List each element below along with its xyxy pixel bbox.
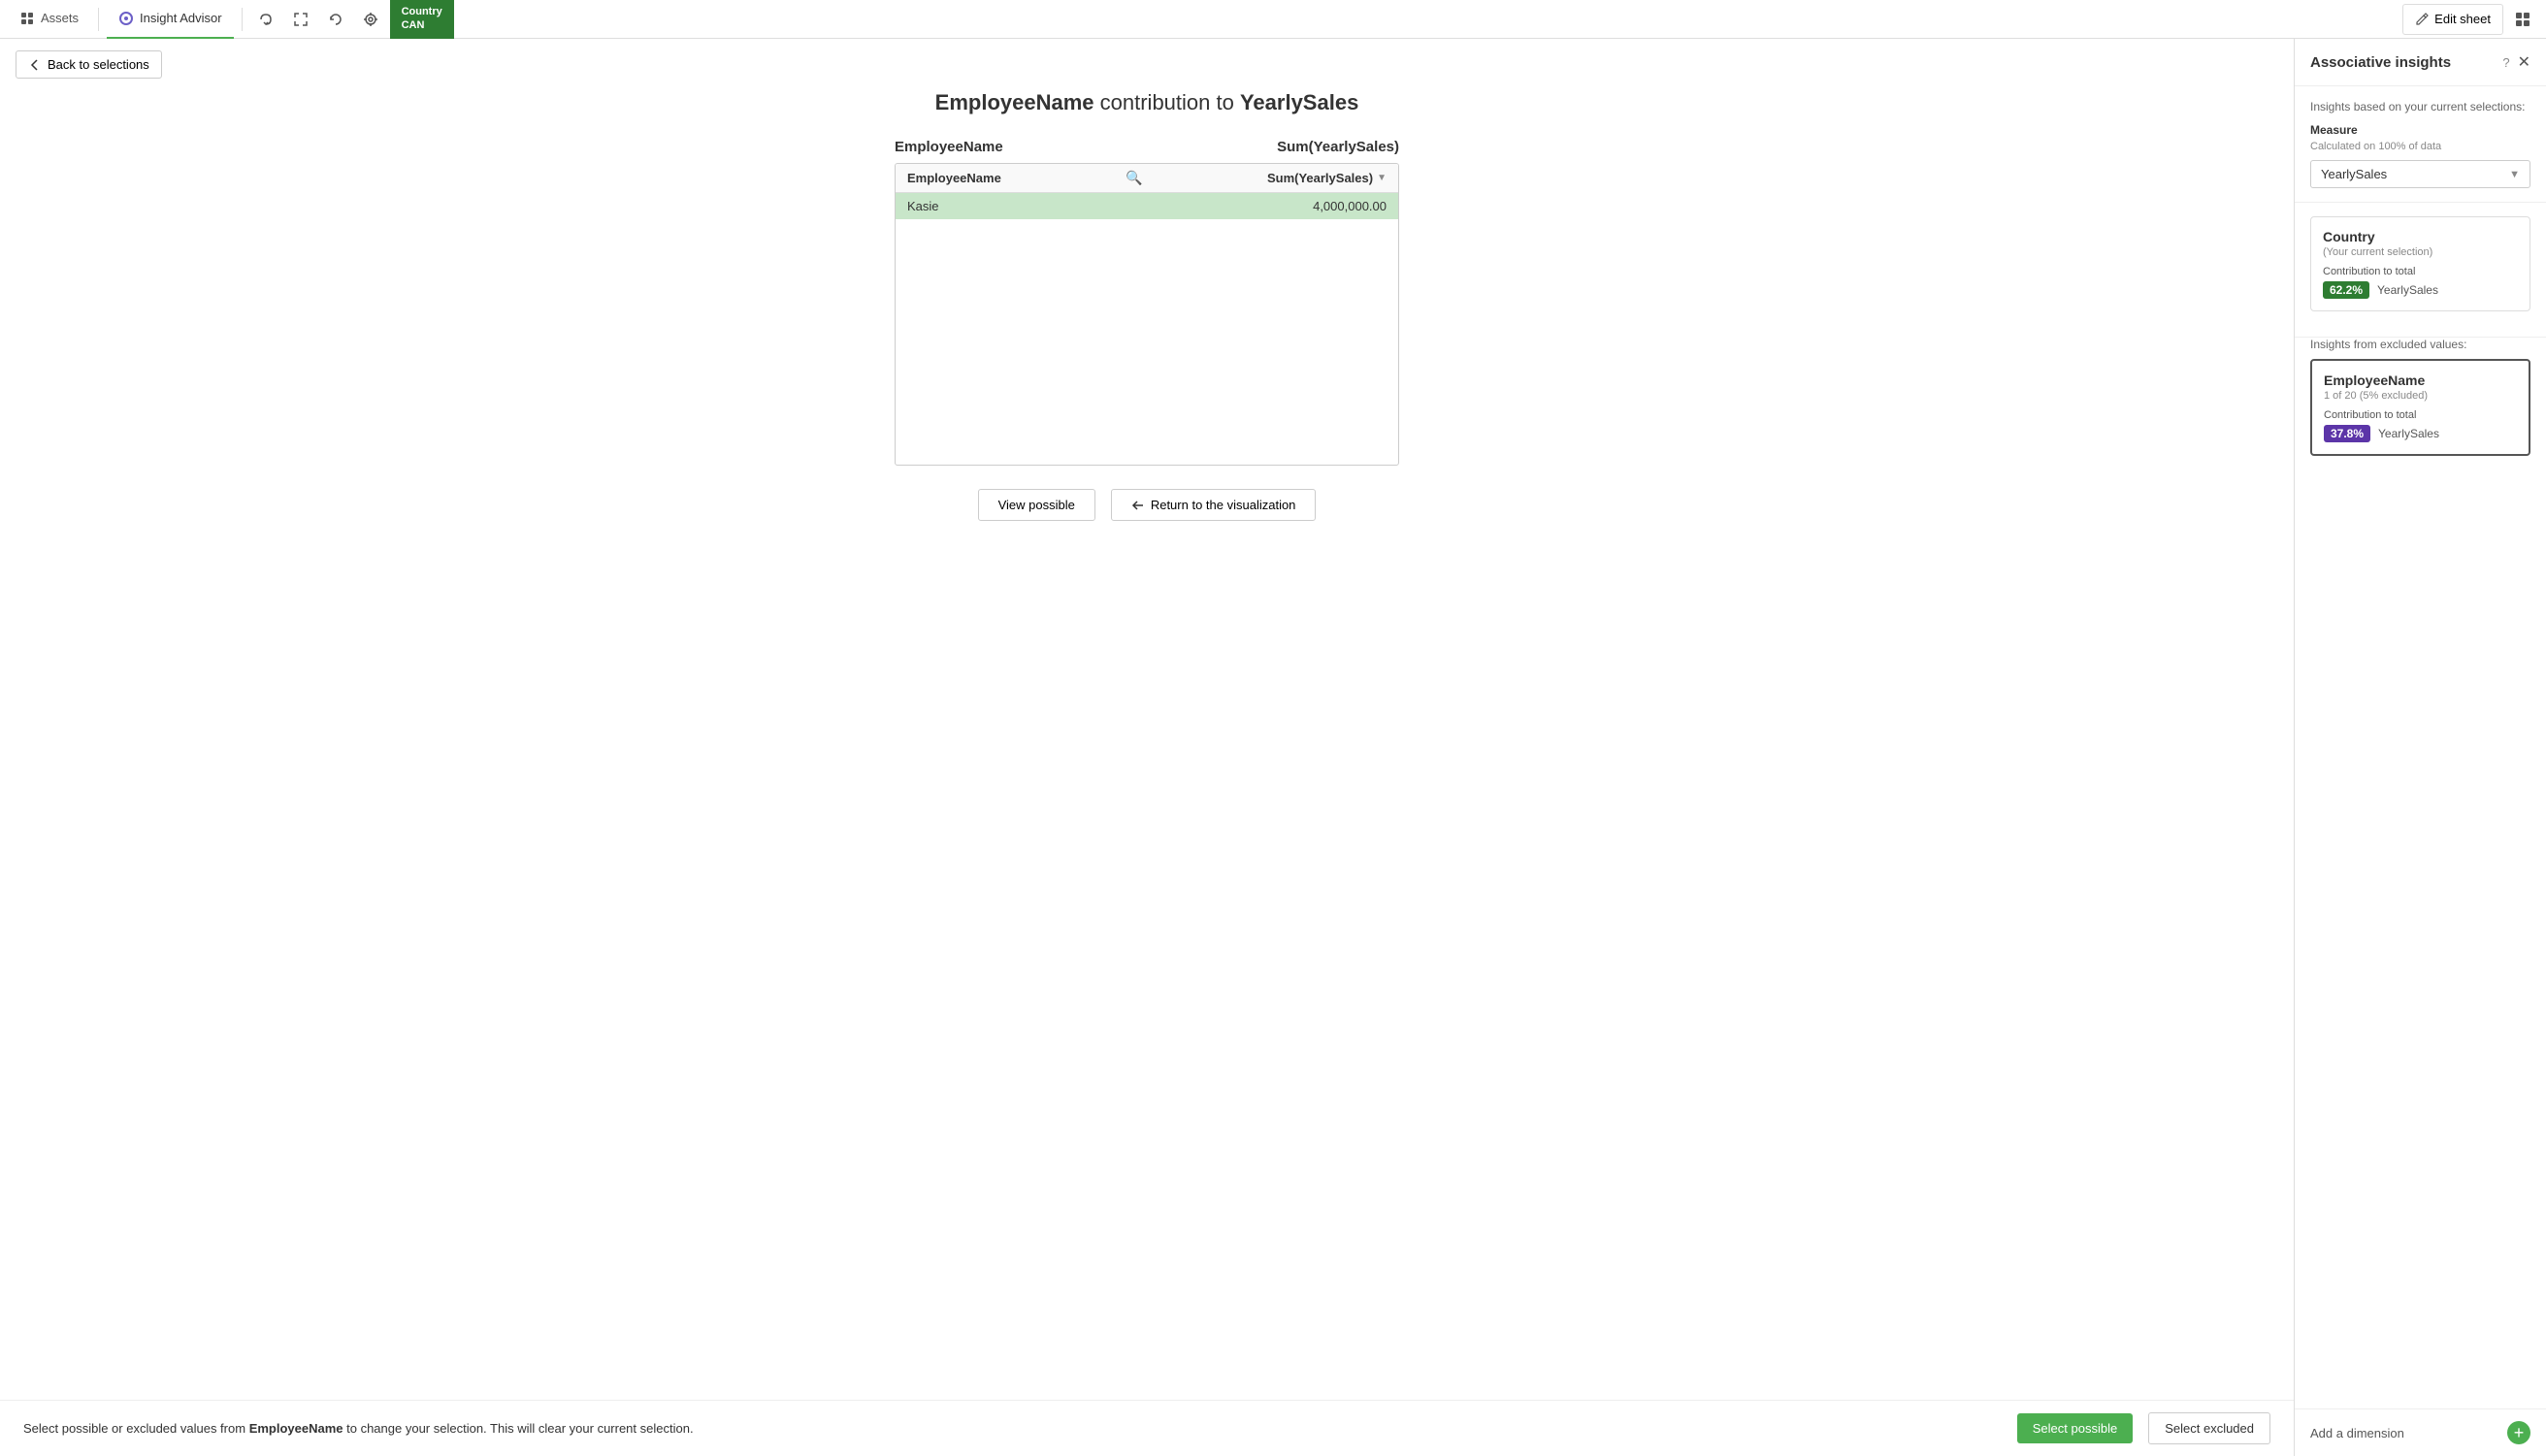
sidebar-description-section: Insights based on your current selection…: [2295, 86, 2546, 203]
nav-divider: [98, 8, 99, 31]
contribution-badge-green: 62.2%: [2323, 281, 2369, 299]
select-possible-button[interactable]: Select possible: [2017, 1413, 2133, 1443]
contribution-badge-label-1: YearlySales: [2377, 283, 2438, 297]
current-selection-title: Country: [2323, 229, 2518, 244]
top-nav: Assets Insight Advisor: [0, 0, 2546, 39]
notification-bar: Select possible or excluded values from …: [0, 1400, 2294, 1456]
help-icon[interactable]: ?: [2502, 55, 2509, 70]
employee-name-col-header: EmployeeName: [895, 139, 1147, 155]
assets-tab[interactable]: Assets: [8, 0, 90, 39]
current-selection-subtitle: (Your current selection): [2323, 246, 2518, 258]
insight-advisor-label: Insight Advisor: [140, 11, 222, 25]
search-icon: 🔍: [1126, 170, 1142, 186]
nav-actions: [250, 4, 386, 35]
excluded-header: Insights from excluded values:: [2295, 338, 2546, 359]
expand-btn[interactable]: [285, 4, 316, 35]
back-to-selections-button[interactable]: Back to selections: [16, 50, 162, 79]
lasso-btn[interactable]: [250, 4, 281, 35]
table-header: EmployeeName 🔍 Sum(YearlySales) ▼: [896, 164, 1398, 193]
table-search[interactable]: 🔍: [1126, 170, 1142, 186]
table-row[interactable]: Kasie 4,000,000.00: [896, 193, 1398, 219]
measure-dropdown[interactable]: YearlySales ▼: [2310, 160, 2530, 188]
back-button-label: Back to selections: [48, 57, 149, 72]
contribution-label-2: Contribution to total: [2324, 409, 2517, 421]
table-col-sum: Sum(YearlySales): [1267, 171, 1373, 185]
country-tab-label: Country: [402, 6, 442, 18]
country-tab-value: CAN: [402, 19, 442, 32]
row-sales-value: 4,000,000.00: [1147, 199, 1387, 213]
right-sidebar: Associative insights ? ✕ Insights based …: [2294, 39, 2546, 1456]
table-col-title: EmployeeName: [907, 171, 1001, 185]
notification-text-before: Select possible or excluded values from: [23, 1421, 249, 1436]
row-employee-name: Kasie: [907, 199, 1147, 213]
notification-text: Select possible or excluded values from …: [23, 1421, 2002, 1436]
add-dimension-label: Add a dimension: [2310, 1426, 2404, 1440]
excluded-card[interactable]: EmployeeName 1 of 20 (5% excluded) Contr…: [2310, 359, 2530, 456]
back-bar: Back to selections: [0, 39, 2294, 90]
add-dimension-button[interactable]: +: [2507, 1421, 2530, 1444]
notification-text-after: to change your selection. This will clea…: [343, 1421, 694, 1436]
edit-sheet-label: Edit sheet: [2434, 12, 2491, 26]
chart-title-middle: contribution to: [1094, 90, 1240, 114]
contribution-label-1: Contribution to total: [2323, 266, 2518, 277]
return-arrow-icon: [1131, 499, 1145, 512]
return-visualization-button[interactable]: Return to the visualization: [1111, 489, 1317, 521]
current-selection-section: Country (Your current selection) Contrib…: [2295, 203, 2546, 338]
sum-yearly-sales-col-header: Sum(YearlySales): [1147, 139, 1399, 155]
contribution-badge-label-2: YearlySales: [2378, 427, 2439, 440]
sidebar-header: Associative insights ? ✕: [2295, 39, 2546, 86]
country-tab-content: Country CAN: [402, 6, 442, 31]
assets-label: Assets: [41, 11, 79, 25]
column-headers-area: EmployeeName Sum(YearlySales): [895, 139, 1399, 163]
table-body: Kasie 4,000,000.00: [896, 193, 1398, 465]
target-btn[interactable]: [355, 4, 386, 35]
close-icon[interactable]: ✕: [2518, 52, 2530, 72]
main-layout: Back to selections EmployeeName contribu…: [0, 39, 2546, 1456]
assets-icon: [19, 11, 35, 26]
nav-divider2: [242, 8, 243, 31]
insight-advisor-icon: [118, 11, 134, 26]
select-possible-label: Select possible: [2033, 1421, 2117, 1436]
excluded-card-subtitle: 1 of 20 (5% excluded): [2324, 390, 2517, 402]
data-table: EmployeeName 🔍 Sum(YearlySales) ▼ Kasie …: [895, 163, 1399, 466]
view-possible-label: View possible: [998, 498, 1075, 512]
spacer: [0, 745, 2294, 1400]
contribution-bar-2: 37.8% YearlySales: [2324, 425, 2517, 442]
chart-title-field2: YearlySales: [1240, 90, 1358, 114]
select-excluded-button[interactable]: Select excluded: [2148, 1412, 2270, 1444]
sort-icon: ▼: [1377, 173, 1387, 183]
country-selection-tab[interactable]: Country CAN: [390, 0, 454, 39]
insight-advisor-tab[interactable]: Insight Advisor: [107, 0, 234, 39]
measure-dropdown-value: YearlySales: [2321, 167, 2387, 181]
sidebar-description: Insights based on your current selection…: [2310, 100, 2530, 113]
grid-view-btn[interactable]: [2507, 4, 2538, 35]
measure-sublabel: Calculated on 100% of data: [2310, 141, 2530, 152]
edit-sheet-button[interactable]: Edit sheet: [2402, 4, 2503, 35]
view-possible-button[interactable]: View possible: [978, 489, 1095, 521]
contribution-badge-purple: 37.8%: [2324, 425, 2370, 442]
sidebar-title: Associative insights: [2310, 54, 2451, 71]
chart-area: EmployeeName contribution to YearlySales…: [0, 90, 2294, 745]
excluded-card-title: EmployeeName: [2324, 372, 2517, 388]
content-area: Back to selections EmployeeName contribu…: [0, 39, 2294, 1456]
rotate-btn[interactable]: [320, 4, 351, 35]
chart-title: EmployeeName contribution to YearlySales: [935, 90, 1359, 115]
back-arrow-icon: [28, 58, 42, 72]
chart-title-field1: EmployeeName: [935, 90, 1094, 114]
measure-label: Measure: [2310, 123, 2530, 137]
excluded-section: EmployeeName 1 of 20 (5% excluded) Contr…: [2295, 359, 2546, 483]
dropdown-arrow-icon: ▼: [2509, 169, 2520, 180]
notification-field-name: EmployeeName: [249, 1421, 343, 1436]
return-visualization-label: Return to the visualization: [1151, 498, 1296, 512]
add-dimension-bar: Add a dimension +: [2295, 1408, 2546, 1456]
edit-icon: [2415, 13, 2429, 26]
current-selection-card: Country (Your current selection) Contrib…: [2310, 216, 2530, 311]
contribution-bar-1: 62.2% YearlySales: [2323, 281, 2518, 299]
bottom-buttons: View possible Return to the visualizatio…: [955, 466, 1340, 544]
select-excluded-label: Select excluded: [2165, 1421, 2254, 1436]
